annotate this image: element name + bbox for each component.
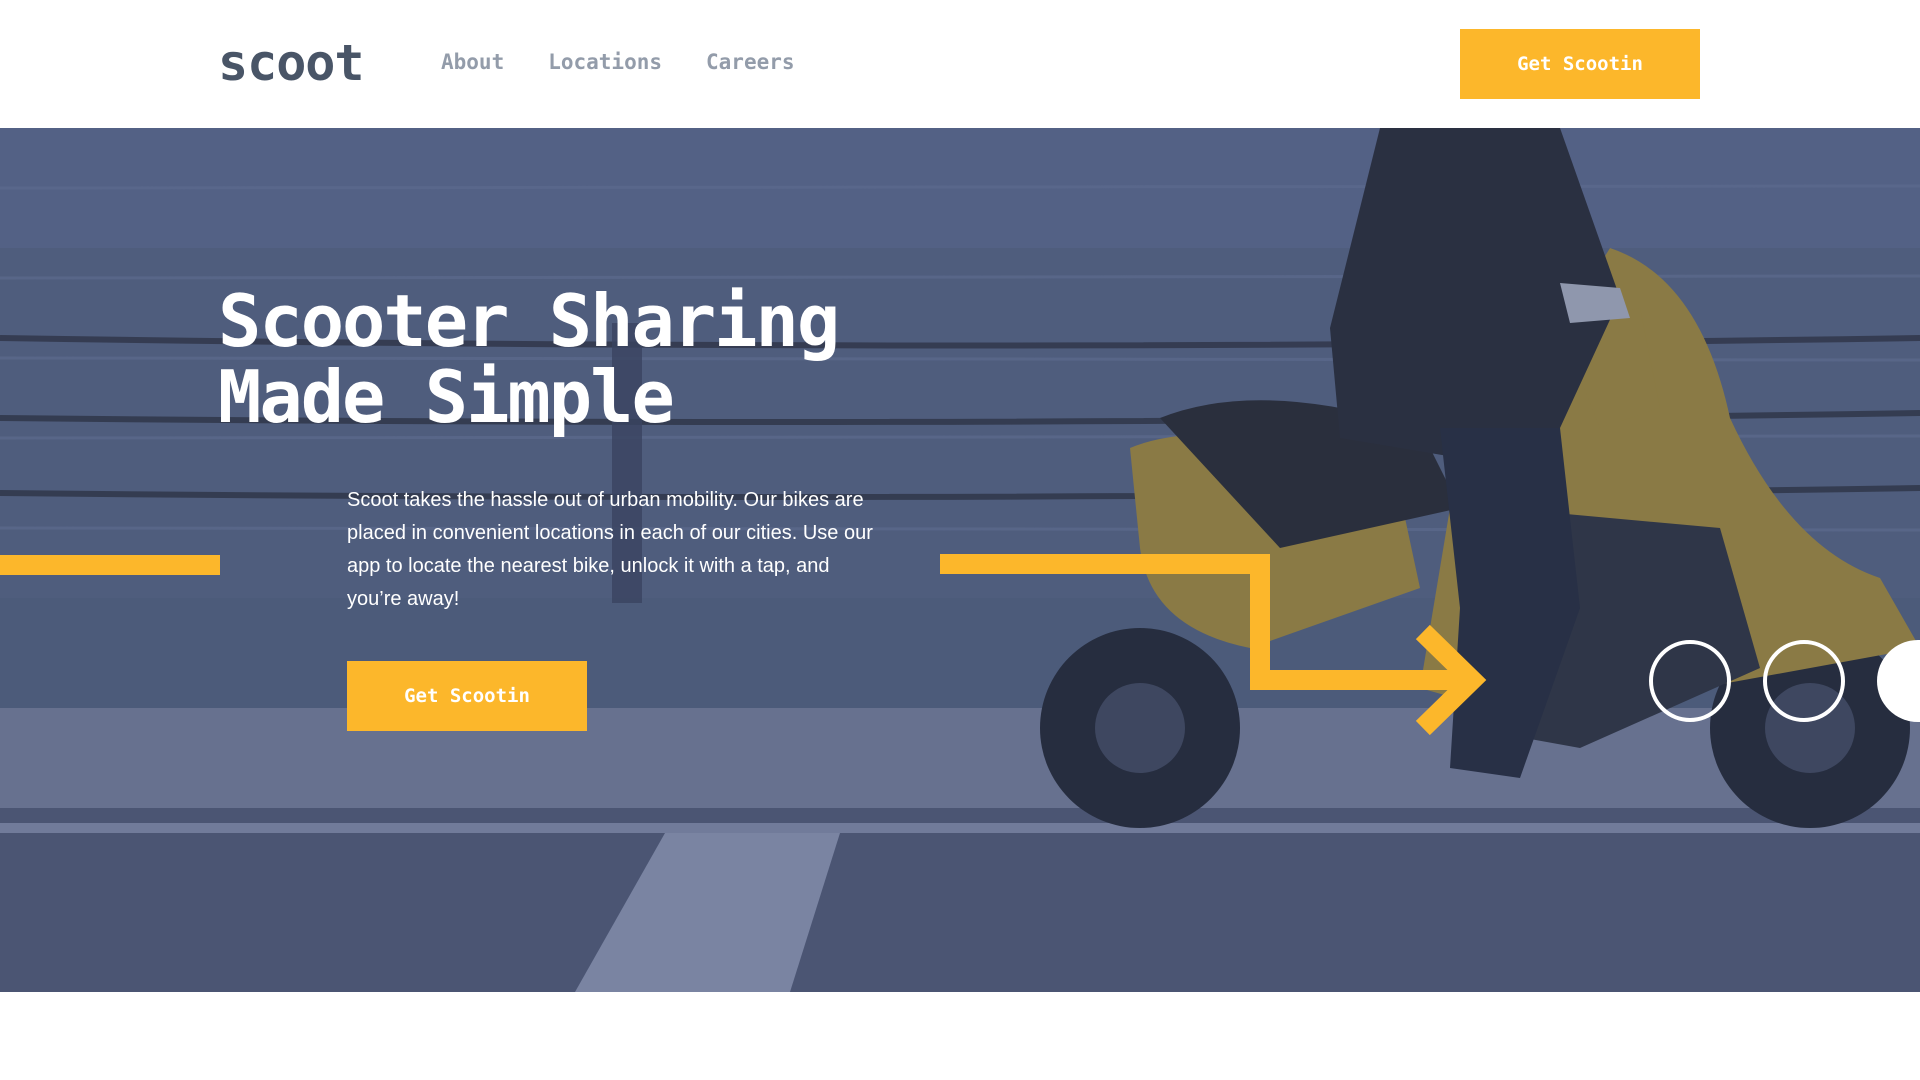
site-header: scoot About Locations Careers Get Scooti… xyxy=(0,0,1920,128)
header-get-scootin-button[interactable]: Get Scootin xyxy=(1460,29,1700,99)
logo[interactable]: scoot xyxy=(218,34,365,92)
hero-title-line2: Made Simple xyxy=(218,355,675,439)
nav-about[interactable]: About xyxy=(441,50,504,74)
nav-careers[interactable]: Careers xyxy=(706,50,795,74)
main-nav: About Locations Careers xyxy=(441,50,795,74)
hero-title-line1: Scooter Sharing xyxy=(218,279,840,363)
hero-description: Scoot takes the hassle out of urban mobi… xyxy=(347,489,873,610)
hero-get-scootin-button[interactable]: Get Scootin xyxy=(347,661,587,731)
hero-title: Scooter Sharing Made Simple xyxy=(218,283,978,435)
hero-section: Scooter Sharing Made Simple Scoot takes … xyxy=(0,128,1920,992)
nav-locations[interactable]: Locations xyxy=(548,50,662,74)
hero-background-image xyxy=(0,128,1920,992)
